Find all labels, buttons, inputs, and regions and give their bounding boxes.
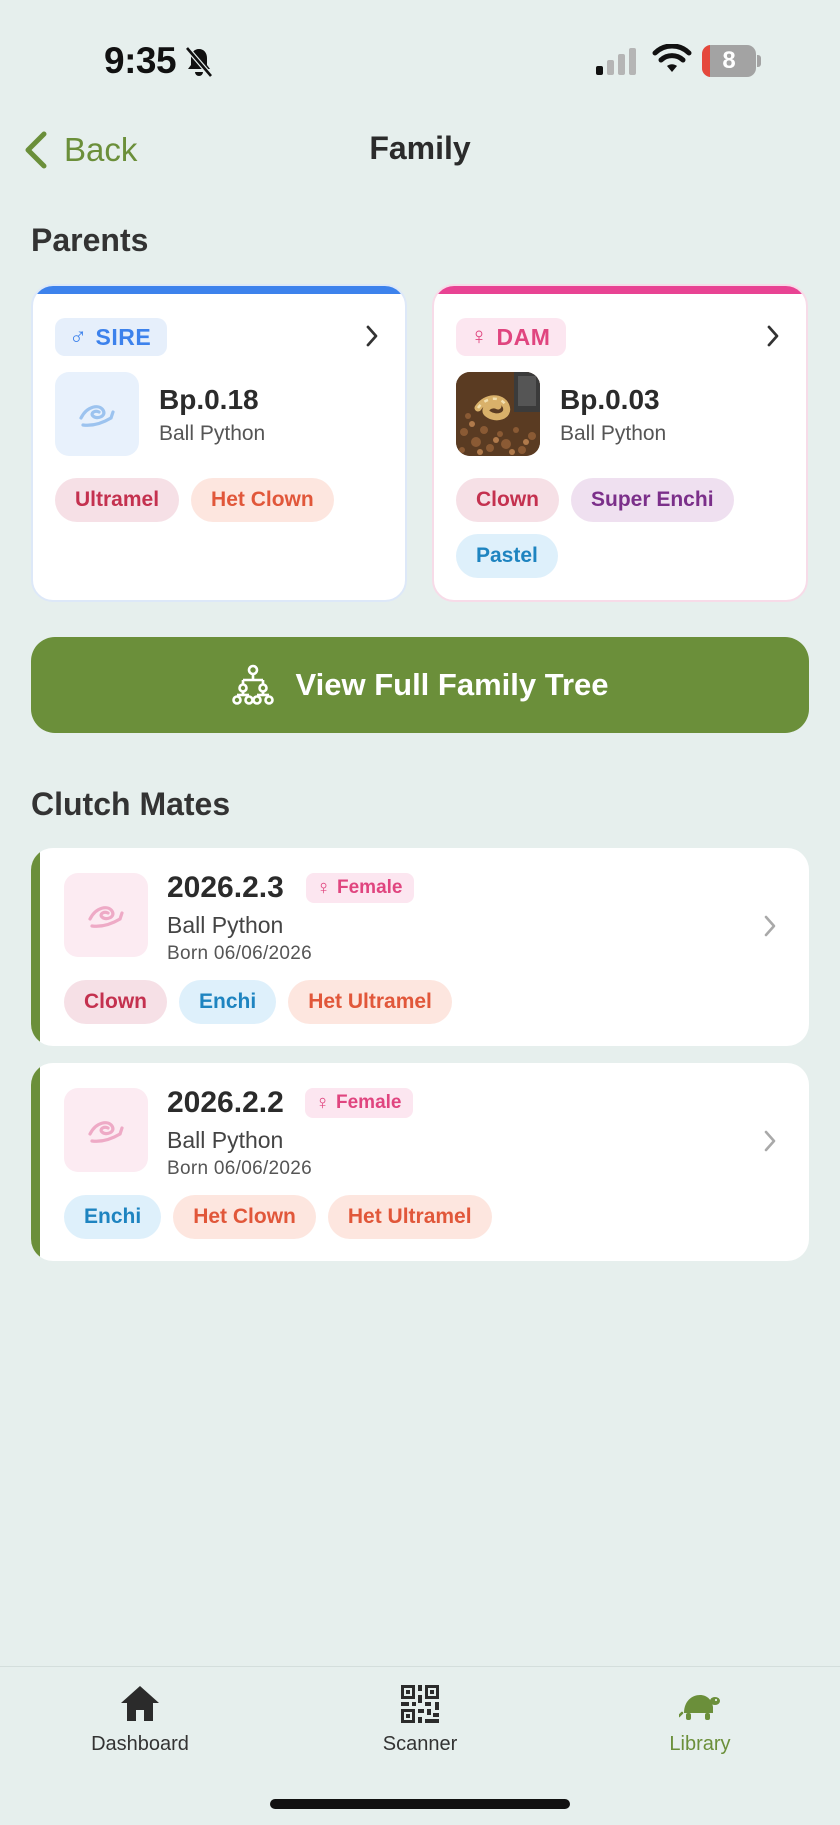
clutch-mate-avatar xyxy=(64,1088,148,1172)
trait-tag: Het Clown xyxy=(191,478,334,522)
female-icon: ♀ xyxy=(316,876,331,899)
clutch-mate-born: Born 06/06/2026 xyxy=(167,1158,313,1179)
wifi-icon xyxy=(652,44,692,72)
tab-dashboard[interactable]: Dashboard xyxy=(40,1683,240,1756)
female-icon: ♀ xyxy=(315,1091,330,1114)
trait-tag: Enchi xyxy=(179,980,277,1024)
page-title: Family xyxy=(369,130,471,166)
view-family-tree-label: View Full Family Tree xyxy=(295,667,609,702)
dam-name: Bp.0.03 xyxy=(560,384,660,415)
chevron-right-icon xyxy=(366,325,378,347)
home-icon xyxy=(121,1686,159,1721)
sire-avatar xyxy=(55,372,139,456)
sire-traits: Ultramel Het Clown xyxy=(55,478,334,522)
battery-indicator: 8 xyxy=(702,45,761,77)
snake-placeholder-icon xyxy=(88,906,124,928)
trait-tag: Het Ultramel xyxy=(327,1195,492,1239)
snake-placeholder-icon xyxy=(79,405,115,427)
clutch-mate-card[interactable]: 2026.2.3 ♀ Female Ball Python Born 06/06… xyxy=(31,848,809,1046)
sire-species: Ball Python xyxy=(159,422,266,445)
sex-label: Female xyxy=(336,1092,402,1113)
clutch-accent-bar xyxy=(31,848,40,1046)
trait-tag: Clown xyxy=(456,478,559,522)
sire-card[interactable]: ♂ SIRE Bp.0.18 Ball Python Ultramel Het … xyxy=(31,284,407,602)
tab-label: Dashboard xyxy=(91,1733,189,1755)
sire-badge: ♂ SIRE xyxy=(55,318,168,356)
home-indicator xyxy=(270,1799,570,1809)
dam-label: DAM xyxy=(496,323,551,350)
snake-photo xyxy=(456,372,540,456)
trait-tag: Pastel xyxy=(456,534,558,578)
battery-level-text: 8 xyxy=(722,47,736,74)
signal-icon xyxy=(596,48,636,75)
sire-accent-bar xyxy=(33,286,405,294)
trait-tag: Ultramel xyxy=(55,478,180,522)
tab-scanner[interactable]: Scanner xyxy=(320,1683,520,1756)
chevron-right-icon xyxy=(764,1130,776,1152)
sire-name: Bp.0.18 xyxy=(159,384,259,415)
clutch-mate-traits: Clown Enchi Het Ultramel xyxy=(64,980,452,1024)
clutch-mate-traits: Enchi Het Clown Het Ultramel xyxy=(64,1195,492,1239)
female-icon: ♀ xyxy=(470,323,489,350)
chevron-right-icon xyxy=(764,915,776,937)
trait-tag: Het Clown xyxy=(173,1195,316,1239)
sex-badge: ♀ Female xyxy=(305,1088,414,1118)
tab-library[interactable]: Library xyxy=(600,1683,800,1756)
clutch-mate-species: Ball Python xyxy=(167,1127,284,1153)
trait-tag: Enchi xyxy=(64,1195,162,1239)
turtle-icon xyxy=(679,1695,720,1720)
sex-badge: ♀ Female xyxy=(306,873,415,903)
sex-label: Female xyxy=(337,877,403,898)
chevron-right-icon xyxy=(767,325,779,347)
qr-code-icon xyxy=(401,1685,439,1723)
dam-badge: ♀ DAM xyxy=(456,318,567,356)
trait-tag: Het Ultramel xyxy=(288,980,452,1024)
clutch-mate-avatar xyxy=(64,873,148,957)
sire-label: SIRE xyxy=(95,323,152,350)
parents-heading: Parents xyxy=(31,222,149,258)
trait-tag: Super Enchi xyxy=(571,478,734,522)
male-icon: ♂ xyxy=(69,323,88,350)
snake-placeholder-icon xyxy=(88,1121,124,1143)
dam-species: Ball Python xyxy=(560,422,667,445)
clutch-mate-born: Born 06/06/2026 xyxy=(167,943,313,964)
nav-header: Back Family xyxy=(0,120,840,180)
dam-traits: Clown Super Enchi Pastel xyxy=(456,478,786,578)
clutch-mates-heading: Clutch Mates xyxy=(31,786,231,822)
dam-card[interactable]: ♀ DAM Bp.0.03 Ball Python Clown Super En… xyxy=(432,284,808,602)
status-time: 9:35 xyxy=(104,40,177,81)
tab-label: Scanner xyxy=(382,1733,458,1755)
clutch-mate-card[interactable]: 2026.2.2 ♀ Female Ball Python Born 06/06… xyxy=(31,1063,809,1261)
clutch-mate-name: 2026.2.3 xyxy=(167,871,284,904)
status-bar: 9:35 8 xyxy=(0,0,840,120)
trait-tag: Clown xyxy=(64,980,167,1024)
family-tree-icon xyxy=(231,664,274,705)
bell-muted-icon xyxy=(185,46,213,78)
dam-photo xyxy=(456,372,540,456)
tab-label: Library xyxy=(669,1733,731,1755)
view-family-tree-button[interactable]: View Full Family Tree xyxy=(31,637,809,733)
clutch-mate-species: Ball Python xyxy=(167,912,284,938)
clutch-mate-name: 2026.2.2 xyxy=(167,1086,284,1119)
clutch-accent-bar xyxy=(31,1063,40,1261)
dam-accent-bar xyxy=(434,286,806,294)
